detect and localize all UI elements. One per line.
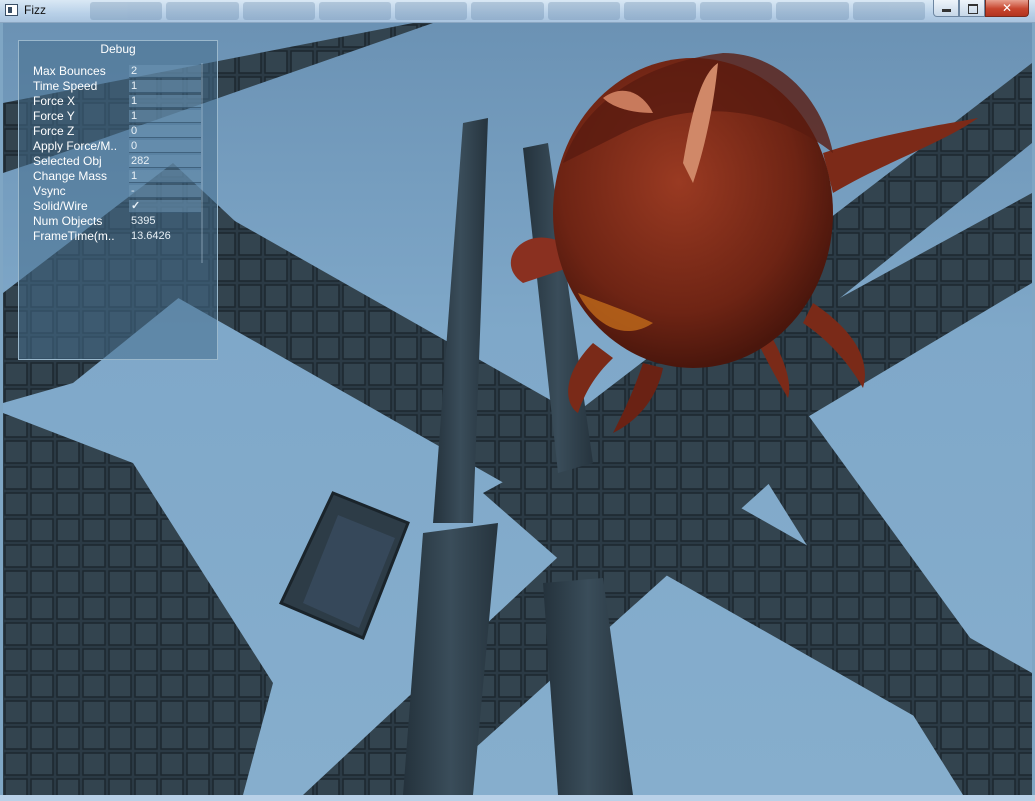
selected-obj-field[interactable]: 282	[129, 155, 201, 168]
title-bar[interactable]: Fizz ✕	[0, 0, 1035, 23]
debug-row-apply-force: Apply Force/M.. 0	[31, 139, 205, 154]
row-label: Change Mass	[33, 169, 108, 183]
debug-panel[interactable]: Debug Max Bounces 2 Time Speed 1 Force X…	[18, 40, 218, 360]
debug-row-force-y: Force Y 1	[31, 109, 205, 124]
vsync-toggle[interactable]: -	[129, 185, 201, 198]
row-label: Num Objects	[33, 214, 103, 228]
debug-panel-title[interactable]: Debug	[19, 41, 217, 57]
num-objects-readout: 5395	[131, 215, 156, 227]
max-bounces-field[interactable]: 2	[129, 65, 201, 78]
row-label: Force Z	[33, 124, 75, 138]
debug-row-num-objects: Num Objects 5395	[31, 214, 205, 229]
row-label: Force Y	[33, 109, 75, 123]
close-button[interactable]: ✕	[985, 0, 1029, 17]
window-bottom-border	[0, 795, 1035, 801]
app-window: Fizz ✕ Debug Max Bounces 2 Time Speed 1 …	[0, 0, 1035, 801]
force-z-field[interactable]: 0	[129, 125, 201, 138]
debug-row-force-z: Force Z 0	[31, 124, 205, 139]
row-label: FrameTime(m..	[33, 229, 115, 243]
debug-row-time-speed: Time Speed 1	[31, 79, 205, 94]
debug-row-frametime: FrameTime(m.. 13.6426	[31, 229, 205, 244]
row-label: Vsync	[33, 184, 66, 198]
stack-lower-left	[3, 413, 273, 795]
pillar-lower-left	[403, 523, 498, 795]
row-label: Selected Obj	[33, 154, 102, 168]
row-label: Solid/Wire	[33, 199, 88, 213]
minimize-button[interactable]	[933, 0, 959, 17]
frametime-readout: 13.6426	[131, 230, 171, 242]
close-icon: ✕	[1001, 1, 1013, 15]
force-y-field[interactable]: 1	[129, 110, 201, 123]
debug-row-vsync: Vsync -	[31, 184, 205, 199]
force-x-field[interactable]: 1	[129, 95, 201, 108]
debug-row-solid-wire: Solid/Wire ✓	[31, 199, 205, 214]
taskbar-reflection	[90, 2, 925, 20]
time-speed-field[interactable]: 1	[129, 80, 201, 93]
row-label: Force X	[33, 94, 76, 108]
change-mass-field[interactable]: 1	[129, 170, 201, 183]
debug-row-change-mass: Change Mass 1	[31, 169, 205, 184]
row-label: Time Speed	[33, 79, 98, 93]
apply-force-field[interactable]: 0	[129, 140, 201, 153]
debug-row-max-bounces: Max Bounces 2	[31, 64, 205, 79]
row-label: Max Bounces	[33, 64, 106, 78]
debug-row-selected-obj: Selected Obj 282	[31, 154, 205, 169]
debug-row-force-x: Force X 1	[31, 94, 205, 109]
row-label: Apply Force/M..	[33, 139, 118, 153]
minimize-icon	[942, 9, 951, 12]
maximize-button[interactable]	[959, 0, 985, 17]
app-icon[interactable]	[5, 4, 18, 16]
debug-rows: Max Bounces 2 Time Speed 1 Force X 1 For…	[31, 64, 205, 244]
maximize-icon	[968, 4, 978, 14]
window-title: Fizz	[24, 3, 46, 17]
solid-wire-checkbox[interactable]: ✓	[129, 200, 201, 213]
